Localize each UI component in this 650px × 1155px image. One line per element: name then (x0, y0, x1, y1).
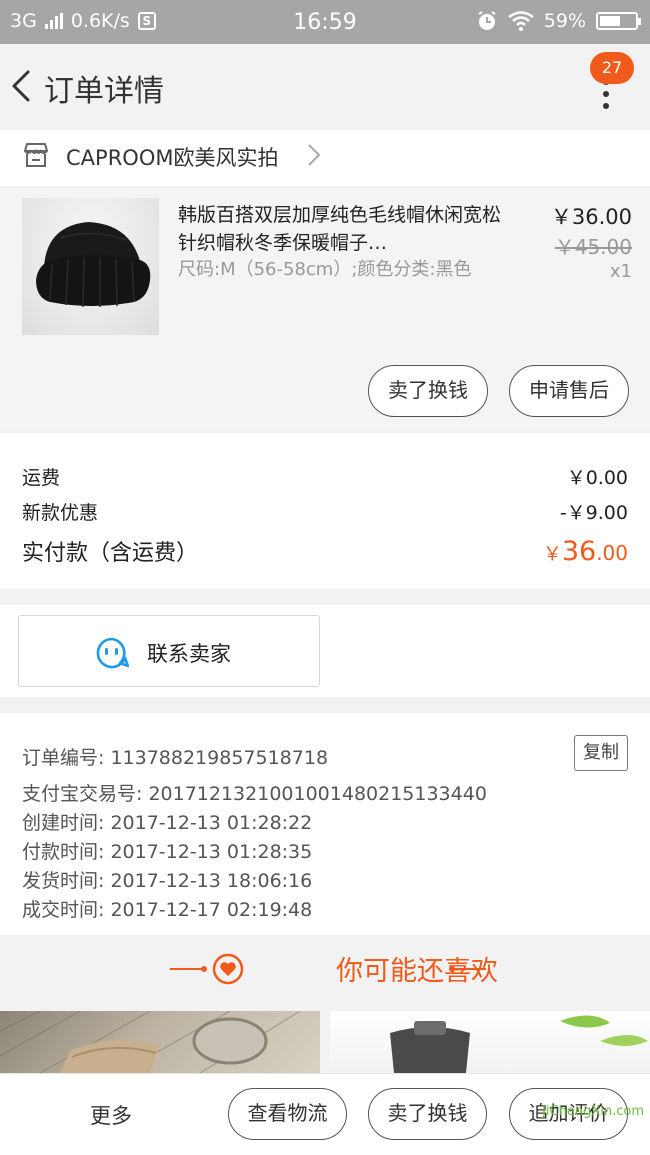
product-price: ￥36.00 (550, 205, 632, 229)
chat-face-icon (96, 637, 129, 669)
product-title[interactable]: 韩版百搭双层加厚纯色毛线帽休闲宽松针织帽秋冬季保暖帽子… (178, 201, 508, 257)
blender-photo (390, 1015, 648, 1073)
status-right: 59% (476, 10, 641, 32)
recommend-header: 你可能还喜欢 (0, 937, 650, 1003)
paid-decimal: .00 (596, 541, 628, 565)
recommend-title: 你可能还喜欢 (336, 956, 498, 987)
order-info: 订单编号: 113788219857518718 复制 支付宝交易号: 2017… (0, 713, 650, 935)
product-original-price: ￥45.00 (554, 235, 632, 259)
paid-symbol: ￥ (542, 543, 562, 565)
shipping-value: ￥0.00 (566, 467, 628, 489)
back-arrow-icon[interactable] (6, 66, 36, 106)
copy-button[interactable]: 复制 (574, 735, 628, 771)
right-dash-icon (449, 966, 486, 972)
trousers-photo (0, 1011, 301, 1073)
contact-seller-button[interactable]: 联系卖家 (18, 615, 320, 687)
recommend-item-image[interactable] (0, 1011, 320, 1073)
order-number: 订单编号: 113788219857518718 (22, 747, 329, 769)
page-title: 订单详情 (44, 74, 164, 109)
product-quantity: x1 (609, 261, 632, 282)
nav-bar: 订单详情 27 (0, 44, 650, 130)
aftersale-button[interactable]: 申请售后 (509, 365, 629, 417)
shipping-row: 运费 ￥0.00 (22, 463, 628, 490)
discount-label: 新款优惠 (22, 502, 99, 524)
paid-row: 实付款（含运费） ￥36.00 (22, 535, 628, 567)
view-logistics-button[interactable]: 查看物流 (228, 1088, 347, 1140)
watermark-text: JiChengXin.com (542, 1104, 644, 1119)
discount-row: 新款优惠 -￥9.00 (22, 498, 628, 525)
battery-fill (600, 16, 621, 26)
recommend-item-image[interactable] (330, 1011, 650, 1073)
discount-value: -￥9.00 (559, 502, 628, 524)
contact-section: 联系卖家 (0, 605, 650, 697)
paid-amount: ￥36.00 (543, 536, 628, 567)
battery-percent: 59% (543, 10, 586, 32)
product-image[interactable] (22, 198, 159, 335)
paid-label: 实付款（含运费） (22, 541, 199, 566)
shop-row[interactable]: CAPROOM欧美风实拍 (0, 130, 650, 186)
paid-integer: 36 (561, 536, 597, 567)
chevron-right-icon (308, 144, 321, 166)
more-menu-icon[interactable] (598, 79, 614, 119)
shop-name: CAPROOM欧美风实拍 (66, 146, 279, 170)
completed-time: 成交时间: 2017-12-17 02:19:48 (22, 899, 313, 921)
created-time: 创建时间: 2017-12-13 01:28:22 (22, 812, 313, 834)
beanie-hat-image (36, 222, 151, 308)
message-badge: 27 (590, 52, 634, 84)
product-spec: 尺码:M（56-58cm）;颜色分类:黑色 (178, 259, 472, 280)
alipay-number: 支付宝交易号: 2017121321001001480215133440 (22, 783, 487, 805)
battery-icon (596, 12, 641, 30)
sell-button[interactable]: 卖了换钱 (368, 365, 488, 417)
shipped-time: 发货时间: 2017-12-13 18:06:16 (22, 870, 313, 892)
store-icon (24, 143, 48, 167)
paid-time: 付款时间: 2017-12-13 01:28:35 (22, 841, 313, 863)
alarm-icon (478, 11, 496, 30)
shipping-label: 运费 (22, 467, 61, 489)
sell-again-button[interactable]: 卖了换钱 (368, 1088, 487, 1140)
fee-summary: 运费 ￥0.00 新款优惠 -￥9.00 实付款（含运费） ￥36.00 (0, 433, 650, 589)
product-card[interactable]: 韩版百搭双层加厚纯色毛线帽休闲宽松针织帽秋冬季保暖帽子… 尺码:M（56-58c… (0, 189, 650, 431)
more-button[interactable]: 更多 (90, 1100, 132, 1130)
wifi-icon (508, 11, 534, 31)
status-bar: 3G 0.6K/s S 16:59 59% (0, 0, 650, 44)
contact-seller-label: 联系卖家 (147, 642, 231, 666)
recommend-thumbnails (0, 1011, 650, 1073)
